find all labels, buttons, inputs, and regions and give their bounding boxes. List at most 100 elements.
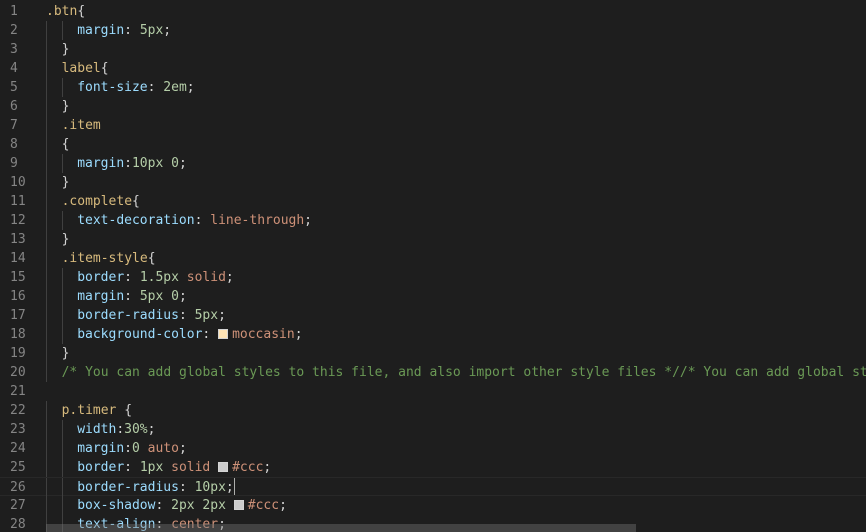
code-line[interactable]: 8{ [0,135,866,154]
indent-guide [46,40,47,59]
code-line[interactable]: 27 box-shadow: 2px 2px #ccc; [0,496,866,515]
code-line[interactable]: 1 .btn{ [0,2,866,21]
code-line[interactable]: 23 width:30%; [0,420,866,439]
indent-guide [61,496,63,515]
code-text: width:30%; [77,420,155,439]
line-number: 5 [10,80,18,95]
indent-guide [61,78,63,97]
token-val: line-through [210,213,305,228]
code-line[interactable]: 9 margin:10px 0; [0,154,866,173]
code-line[interactable]: 20 /* You can add global styles to this f… [0,363,866,382]
code-text: /* You can add global styles to this fil… [62,363,866,382]
code-line[interactable]: 10} [0,173,866,192]
token-num: 1.5px [139,270,179,285]
indent-guide [61,325,63,344]
code-line[interactable]: 22 p.timer { [0,401,866,420]
code-line[interactable]: 5 font-size: 2em; [0,78,866,97]
code-text: .btn{ [46,2,85,21]
code-text: { [62,135,70,154]
line-number: 10 [10,175,26,190]
token-num: 0 [131,441,140,456]
token-prop: margin [77,441,125,456]
line-number: 4 [10,61,18,76]
token-prop: box-shadow [77,498,156,513]
token-sel: .item [61,118,101,133]
code-line[interactable]: 6} [0,97,866,116]
token-num: 2em [163,80,187,95]
code-text: label{ [62,59,109,78]
indent-guide [46,363,47,382]
token-val: #ccc [247,498,280,513]
token-num: 30% [124,422,148,437]
token-punc: ; [279,498,287,513]
token-punc [163,460,171,475]
token-punc: } [61,346,70,361]
horizontal-scrollbar[interactable] [46,524,866,532]
code-text: text-decoration: line-through; [77,211,312,230]
line-number: 8 [10,137,18,152]
code-line[interactable]: 19} [0,344,866,363]
token-prop: border [77,270,125,285]
code-line[interactable]: 11 .complete{ [0,192,866,211]
token-punc [140,441,148,456]
indent-guide [61,306,63,325]
indent-guide [46,496,47,515]
token-val: #ccc [232,460,264,475]
indent-guide [46,287,47,306]
line-number: 1 [10,4,18,19]
token-punc: : [116,422,125,437]
indent-guide [46,420,47,439]
indent-guide [46,306,47,325]
code-line[interactable]: 3} [0,40,866,59]
code-line[interactable]: 25 border: 1px solid #ccc; [0,458,866,477]
code-line[interactable]: 14 .item-style{ [0,249,866,268]
line-number: 19 [10,346,26,361]
code-line[interactable]: 18 background-color: moccasin; [0,325,866,344]
text-cursor [233,478,235,495]
line-number: 6 [10,99,18,114]
indent-guide [46,344,47,363]
code-line[interactable]: 21 [0,382,866,401]
token-punc: : [178,480,195,495]
indent-guide [46,439,47,458]
code-line[interactable]: 12 text-decoration: line-through; [0,211,866,230]
code-line[interactable]: 4 label{ [0,59,866,78]
color-swatch-icon[interactable] [233,500,244,510]
code-line[interactable]: 2 margin: 5px; [0,21,866,40]
indent-guide [46,173,47,192]
code-text: margin: 5px 0; [77,287,187,306]
line-number: 11 [10,194,26,209]
horizontal-scrollbar-thumb[interactable] [46,524,636,532]
token-punc: ; [178,441,187,456]
code-editor[interactable]: 1 .btn{2 margin: 5px; 3} 4 label{5 font-size: … [0,0,866,532]
line-number: 7 [10,118,18,133]
code-text: } [62,97,70,116]
code-line[interactable]: 15 border: 1.5px solid; [0,268,866,287]
token-punc: } [61,42,70,57]
indent-guide [61,439,63,458]
line-number: 13 [10,232,26,247]
code-text: margin:0 auto; [77,439,187,458]
code-text: border: 1.5px solid; [77,268,234,287]
line-number: 3 [10,42,18,57]
line-number: 15 [10,270,26,285]
token-num: 2px 2px [171,498,226,513]
token-num: 5px [139,23,164,38]
token-prop: text-decoration [77,213,195,228]
color-swatch-icon[interactable] [218,329,229,339]
color-swatch-icon[interactable] [218,462,229,472]
code-line[interactable]: 16 margin: 5px 0; [0,287,866,306]
indent-guide [61,154,63,173]
code-text: margin: 5px; [77,21,171,40]
line-number: 16 [10,289,26,304]
code-line[interactable]: 24 margin:0 auto; [0,439,866,458]
token-prop: border-radius [77,308,179,323]
code-line[interactable]: 17 border-radius: 5px; [0,306,866,325]
token-punc: } [61,175,70,190]
code-line[interactable]: 26 border-radius: 10px; [0,477,866,497]
code-line[interactable]: 13} [0,230,866,249]
indent-guide [61,21,63,40]
code-line[interactable]: 7 .item [0,116,866,135]
token-punc: } [61,232,70,247]
indent-guide [46,116,47,135]
